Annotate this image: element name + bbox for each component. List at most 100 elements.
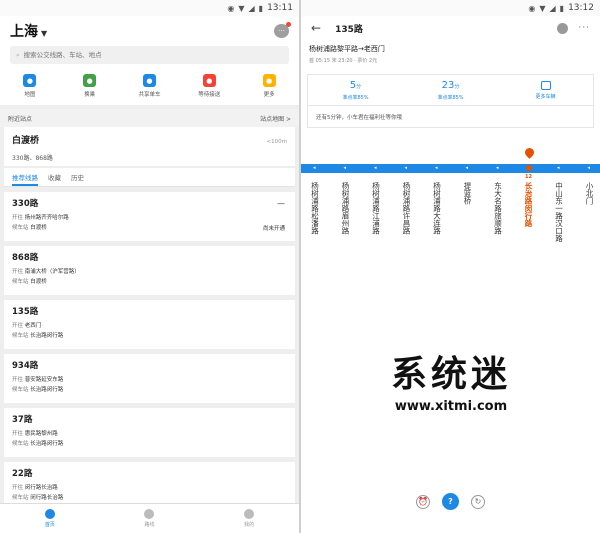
grid-icon: ● <box>262 74 276 87</box>
route-card[interactable]: 330路 开往 扬州路齐齐哈尔路 候车站 白渡桥 — 尚未开通 <box>4 192 295 241</box>
watermark-url: www.xitmi.com <box>394 399 508 414</box>
signal-icon: ◢ <box>248 3 255 13</box>
battery-icon: ▮ <box>559 3 565 13</box>
route-number: 330路 <box>12 199 39 209</box>
direction-arrow-icon: ◂ <box>374 165 377 171</box>
route-dest-row: 开往 惠民路黎州路 <box>12 429 287 437</box>
route-number: 868路 <box>12 253 39 263</box>
nav-profile-label: 我的 <box>244 522 255 528</box>
route-stop-row: 候车站 长治路闵行路 <box>12 439 287 447</box>
route-number: 22路 <box>12 469 33 479</box>
home-header: 上海 ▼ ··· ⌕ <box>0 16 299 70</box>
next-bus-2[interactable]: 23分 准点率85% <box>403 75 498 105</box>
quick-action-0[interactable]: ● 地图 <box>5 74 55 98</box>
status-bar: ◉ ▼ ◢ ▮ 13:11 <box>0 0 299 16</box>
dest-label: 开往 <box>12 215 24 221</box>
battery-icon: ▮ <box>258 3 264 13</box>
nearby-station-card[interactable]: 白渡桥 <100m 330路、868路 <box>4 127 295 166</box>
quick-action-3[interactable]: ● 等待接送 <box>184 74 234 98</box>
station-name: 白渡桥 <box>12 136 40 146</box>
search-input[interactable] <box>23 51 224 59</box>
quick-action-label: 等待接送 <box>198 92 221 98</box>
search-bar[interactable]: ⌕ <box>10 46 289 64</box>
quick-action-4[interactable]: ● 更多 <box>244 74 294 98</box>
dest-label: 开往 <box>12 431 24 437</box>
signal-icon: ◢ <box>549 3 556 13</box>
tab-recommended[interactable]: 推荐线路 <box>12 172 38 186</box>
boarding-label: 候车站 <box>12 387 29 393</box>
route-card[interactable]: 37路 开往 惠民路黎州路 候车站 长治路闵行路 <box>4 408 295 457</box>
boarding-label: 候车站 <box>12 441 29 447</box>
stop-item[interactable]: 杨树浦路许昌路 <box>401 174 413 235</box>
stop-index: 12 <box>525 174 532 180</box>
nav-profile[interactable]: 我的 <box>219 509 279 528</box>
tab-history[interactable]: 历史 <box>71 172 84 186</box>
more-buses-button[interactable]: 更多车辆 <box>498 75 593 105</box>
nav-route[interactable]: 路线 <box>119 509 179 528</box>
nav-home-label: 首页 <box>44 522 55 528</box>
next-bus-1[interactable]: 5分 准点率85% <box>308 75 403 105</box>
boarding-label: 候车站 <box>12 333 29 339</box>
route-number: 934路 <box>12 361 39 371</box>
quick-action-label: 地图 <box>24 92 36 98</box>
stop-item[interactable]: 杨树浦路松潘路 <box>309 174 321 235</box>
stop-name: 杨树浦路许昌路 <box>402 182 411 235</box>
stop-item[interactable]: 中山东一路汉口路 <box>553 174 565 242</box>
stop-name: 东大名路旅顺路 <box>493 182 503 235</box>
more-icon[interactable]: ··· <box>578 23 590 33</box>
wait-unit-1: 分 <box>356 83 362 90</box>
quick-action-label: 共享单车 <box>138 92 161 98</box>
stop-item[interactable]: 小北门 <box>584 174 596 205</box>
route-card[interactable]: 135路 开往 老西门 候车站 长治路闵行路 <box>4 300 295 349</box>
route-dest-row: 开往 扬州路齐齐哈尔路 <box>12 213 287 221</box>
city-name: 上海 <box>10 24 38 40</box>
dest-label: 开往 <box>12 269 24 275</box>
station-map-link[interactable]: 站点地图 > <box>260 114 291 123</box>
quick-action-1[interactable]: ● 换乘 <box>65 74 115 98</box>
stop-name: 长治路闵行路 <box>524 182 533 227</box>
nav-route-label: 路线 <box>144 522 155 528</box>
floating-actions: ⏰ ? ↻ <box>301 493 600 510</box>
stop-list: 杨树浦路松潘路 杨树浦路眉州路 杨树浦路江浦路 杨树浦路许昌路 杨树浦路大连路 提篮桥 东大… <box>301 174 600 264</box>
route-stop-row: 候车站 白渡桥 <box>12 223 287 231</box>
stop-item[interactable]: 东大名路旅顺路 <box>492 174 504 235</box>
current-location-pin-icon <box>522 146 536 159</box>
station-lines: 330路、868路 <box>12 155 53 162</box>
nav-home[interactable]: 首页 <box>20 509 80 528</box>
route-boarding-stop: 长治路闵行路 <box>30 387 64 393</box>
nearby-header: 附近站点 站点地图 > <box>0 109 299 127</box>
route-card[interactable]: 934路 开往 普安路延安东路 候车站 长治路闵行路 <box>4 354 295 403</box>
refresh-icon[interactable]: ↻ <box>471 494 485 509</box>
stop-item[interactable]: 杨树浦路江浦路 <box>370 174 382 235</box>
user-icon <box>244 509 255 519</box>
quick-action-2[interactable]: ● 共享单车 <box>124 74 174 98</box>
wait-time-2: 23 <box>441 79 455 91</box>
share-icon[interactable] <box>557 22 569 34</box>
stop-item[interactable]: 提篮桥 <box>462 174 474 205</box>
route-boarding-stop: 闵行路长治路 <box>30 495 64 501</box>
route-dest-row: 开往 南浦大桥（沪军营路） <box>12 267 287 275</box>
route-list: 330路 开往 扬州路齐齐哈尔路 候车站 白渡桥 — 尚未开通 868路 开往 南浦大桥（沪… <box>0 192 299 511</box>
alarm-icon[interactable]: ⏰ <box>416 494 430 509</box>
tab-favorites[interactable]: 收藏 <box>48 172 61 186</box>
help-icon[interactable]: ? <box>442 493 459 510</box>
bottom-nav: 首页 路线 我的 <box>0 503 299 533</box>
status-time: 13:12 <box>568 3 594 13</box>
nearby-label: 附近站点 <box>8 115 33 123</box>
watermark: 系统迷 www.xitmi.com <box>371 345 531 414</box>
back-arrow-icon[interactable]: ← <box>311 21 321 35</box>
stop-item[interactable]: 杨树浦路眉州路 <box>340 174 352 235</box>
arrival-card: 5分 准点率85% 23分 准点率85% 更多车辆 <box>307 74 594 106</box>
stop-item[interactable]: 12 长治路闵行路 <box>523 174 535 227</box>
chevron-down-icon: ▼ <box>41 29 48 38</box>
stop-item[interactable]: 杨树浦路大连路 <box>431 174 443 235</box>
route-card[interactable]: 868路 开往 南浦大桥（沪军营路） 候车站 白渡桥 <box>4 246 295 295</box>
station-distance: <100m <box>266 139 287 145</box>
direction-arrow-icon: ◂ <box>435 165 438 171</box>
map-pin-icon: ● <box>23 74 37 87</box>
route-destination: 惠民路黎州路 <box>24 431 58 437</box>
message-icon[interactable]: ··· <box>274 22 291 38</box>
city-selector[interactable]: 上海 ▼ <box>10 21 47 41</box>
punctuality-1: 准点率85% <box>342 94 369 101</box>
route-boarding-stop: 长治路闵行路 <box>30 333 64 339</box>
